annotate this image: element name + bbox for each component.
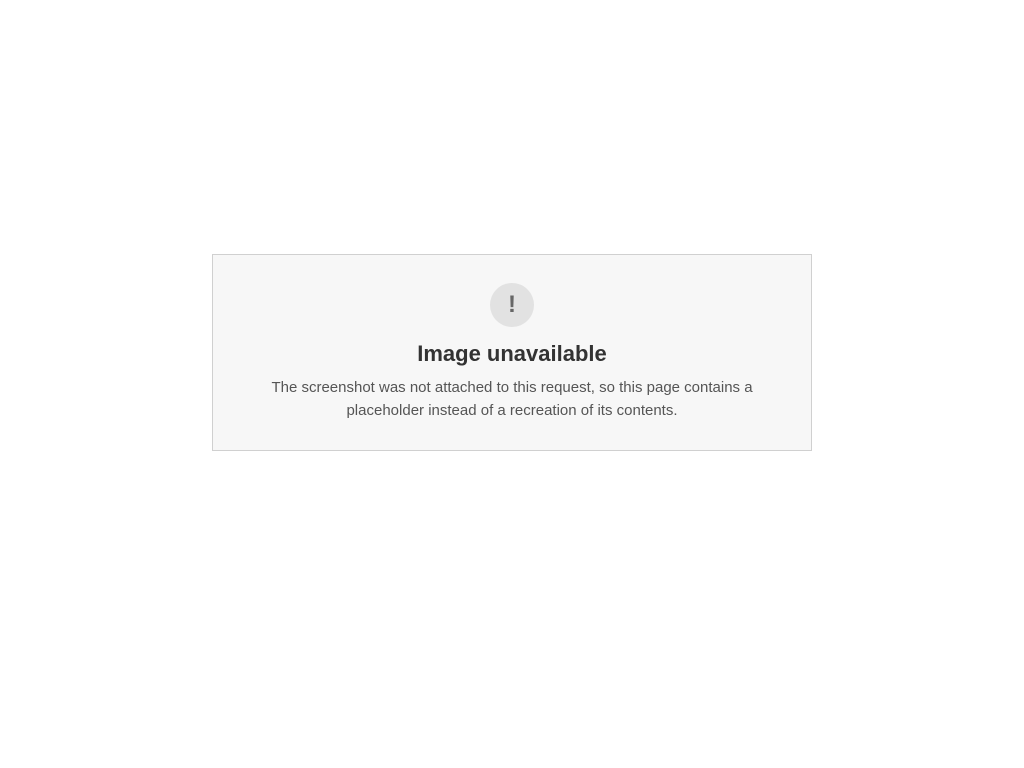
notice-title: Image unavailable <box>417 341 607 366</box>
warning-icon: ! <box>490 283 534 327</box>
notice-body: The screenshot was not attached to this … <box>271 379 753 419</box>
page-frame: ! Image unavailable The screenshot was n… <box>0 0 1024 768</box>
placeholder-notice: ! Image unavailable The screenshot was n… <box>212 254 812 451</box>
